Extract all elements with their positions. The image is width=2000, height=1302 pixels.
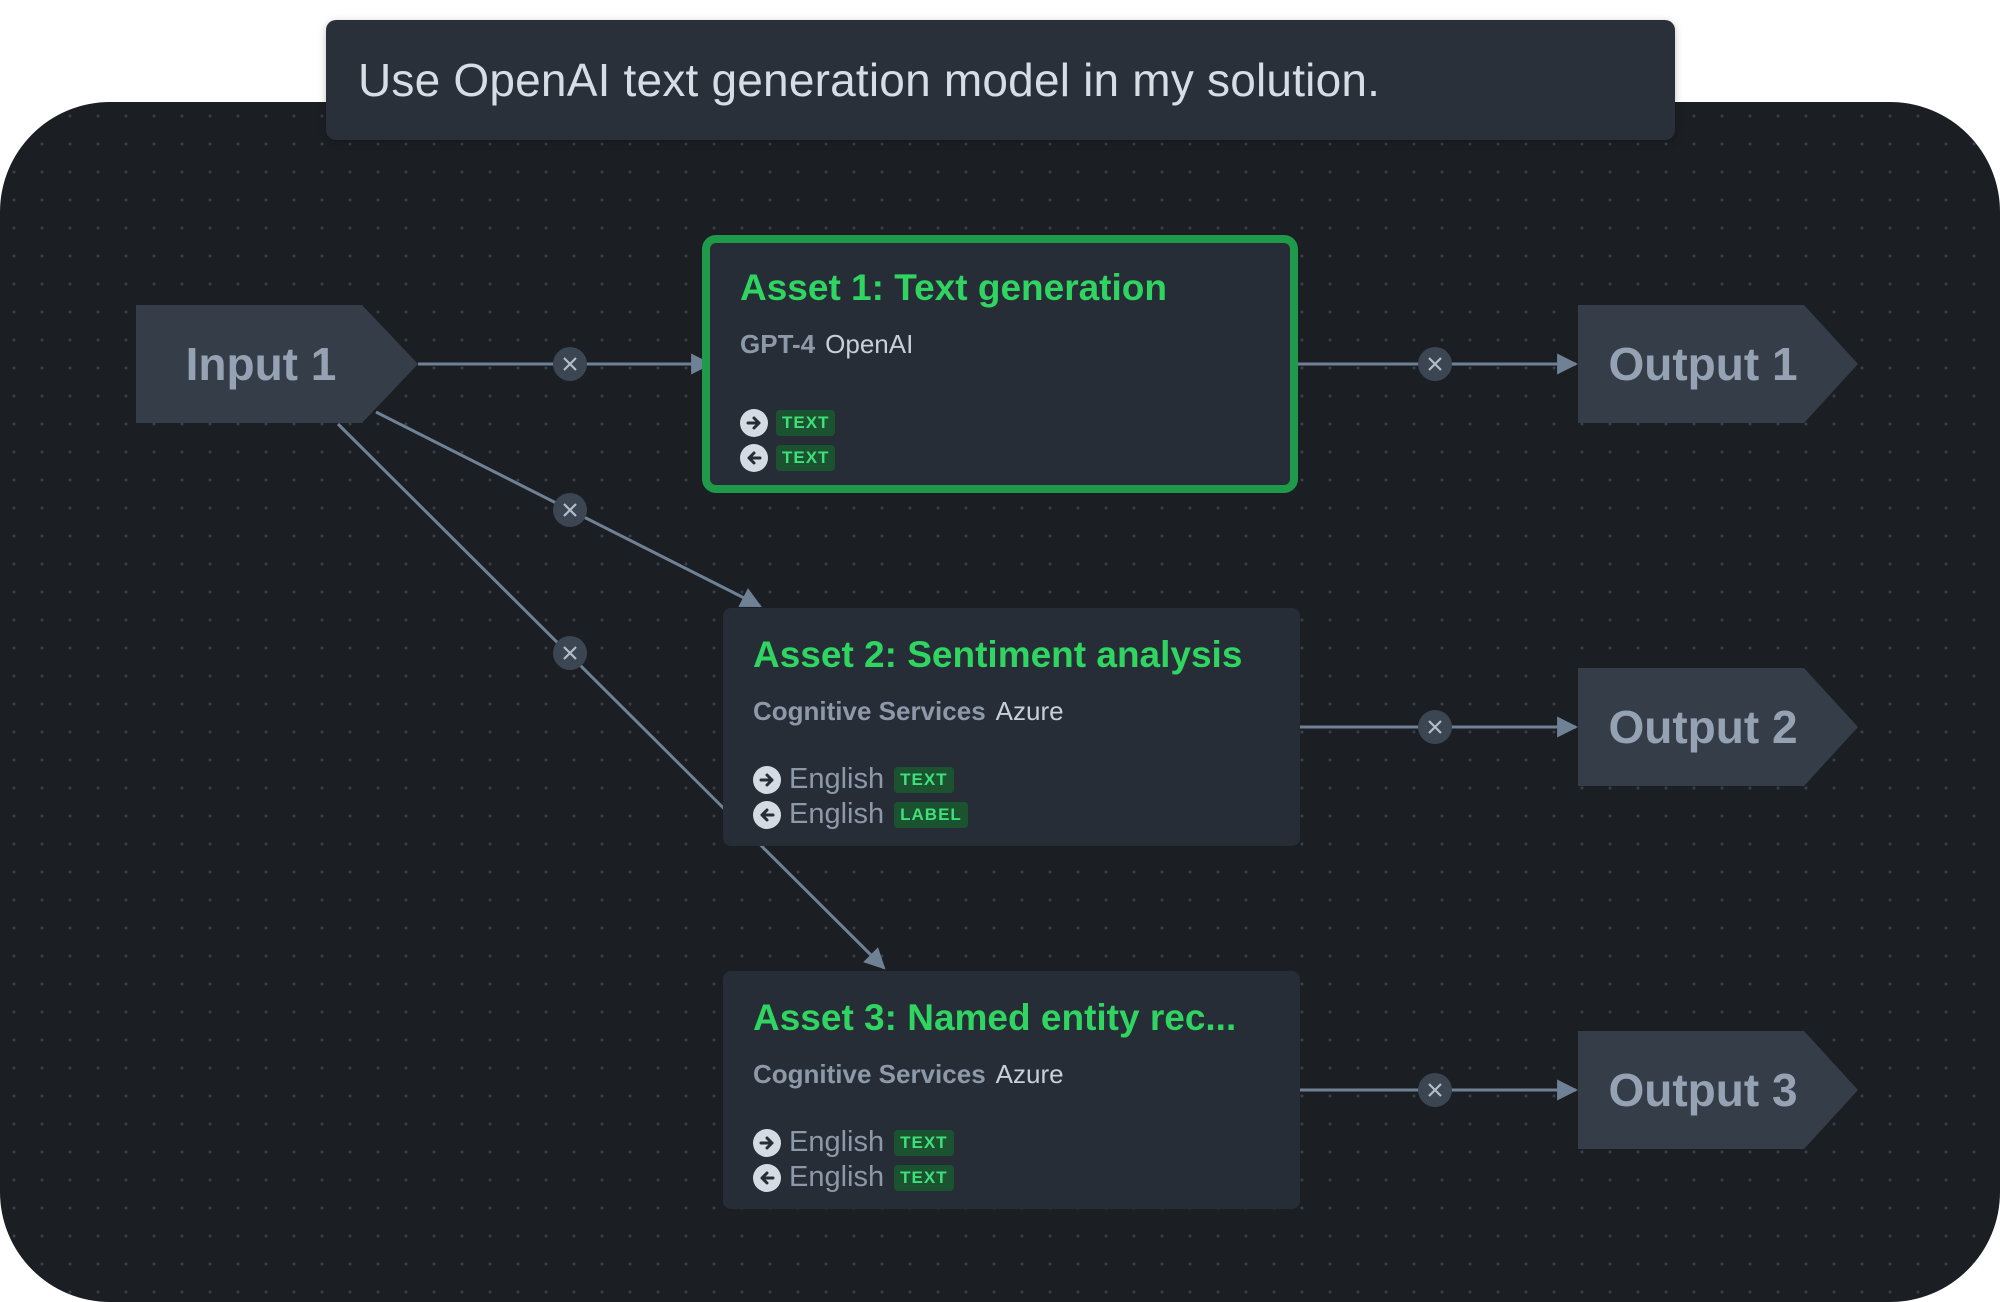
asset-subtitle: Cognitive Services Azure bbox=[753, 1059, 1270, 1090]
type-badge: LABEL bbox=[894, 801, 968, 828]
asset-model: Cognitive Services bbox=[753, 696, 986, 726]
type-badge: TEXT bbox=[776, 444, 836, 471]
edge-delete-close-icon[interactable] bbox=[1418, 710, 1452, 744]
arrow-right-circle-icon bbox=[740, 408, 768, 437]
asset-output-row: English TEXT bbox=[753, 1160, 954, 1195]
edge-delete-close-icon[interactable] bbox=[553, 347, 587, 381]
arrow-right-circle-icon bbox=[753, 765, 781, 794]
asset-io-list: English TEXT English LABEL bbox=[753, 762, 968, 832]
asset-title: Asset 2: Sentiment analysis bbox=[753, 634, 1243, 675]
asset-input-row: English TEXT bbox=[753, 762, 968, 797]
asset-model: Cognitive Services bbox=[753, 1059, 986, 1089]
type-badge: TEXT bbox=[894, 1164, 954, 1191]
arrow-left-circle-icon bbox=[753, 800, 781, 829]
type-badge: TEXT bbox=[776, 409, 836, 436]
edge-delete-close-icon[interactable] bbox=[1418, 1073, 1452, 1107]
asset-io-list: TEXT TEXT bbox=[740, 405, 836, 475]
edge-delete-close-icon[interactable] bbox=[1418, 347, 1452, 381]
output-port-3[interactable]: Output 3 bbox=[1578, 1031, 1828, 1149]
arrow-left-circle-icon bbox=[740, 443, 768, 472]
type-badge: TEXT bbox=[894, 1129, 954, 1156]
asset-subtitle: Cognitive Services Azure bbox=[753, 696, 1270, 727]
type-badge: TEXT bbox=[894, 766, 954, 793]
edge-delete-close-icon[interactable] bbox=[553, 493, 587, 527]
prompt-bar[interactable]: Use OpenAI text generation model in my s… bbox=[326, 20, 1675, 140]
asset-input-row: English TEXT bbox=[753, 1125, 954, 1160]
asset-node-3[interactable]: Asset 3: Named entity rec... Cognitive S… bbox=[723, 971, 1300, 1209]
asset-node-2[interactable]: Asset 2: Sentiment analysis Cognitive Se… bbox=[723, 608, 1300, 846]
asset-node-1[interactable]: Asset 1: Text generation GPT-4 OpenAI TEX… bbox=[702, 235, 1298, 493]
output-port-label: Output 3 bbox=[1608, 1064, 1798, 1116]
asset-output-row: English LABEL bbox=[753, 797, 968, 832]
input-port[interactable]: Input 1 bbox=[136, 305, 386, 423]
io-language: English bbox=[789, 798, 885, 830]
asset-vendor: OpenAI bbox=[825, 329, 914, 359]
output-port-1[interactable]: Output 1 bbox=[1578, 305, 1828, 423]
io-language: English bbox=[789, 1161, 885, 1193]
asset-model: GPT-4 bbox=[740, 329, 816, 359]
asset-title: Asset 3: Named entity rec... bbox=[753, 997, 1237, 1038]
asset-output-row: TEXT bbox=[740, 440, 836, 475]
asset-input-row: TEXT bbox=[740, 405, 836, 440]
asset-title: Asset 1: Text generation bbox=[740, 267, 1167, 308]
edge-delete-close-icon[interactable] bbox=[553, 636, 587, 670]
asset-subtitle: GPT-4 OpenAI bbox=[740, 329, 1260, 360]
output-port-label: Output 1 bbox=[1608, 338, 1798, 390]
asset-io-list: English TEXT English TEXT bbox=[753, 1125, 954, 1195]
arrow-right-circle-icon bbox=[753, 1128, 781, 1157]
io-language: English bbox=[789, 1126, 885, 1158]
output-port-label: Output 2 bbox=[1608, 701, 1798, 753]
io-language: English bbox=[789, 763, 885, 795]
input-port-label: Input 1 bbox=[185, 338, 337, 390]
arrow-left-circle-icon bbox=[753, 1163, 781, 1192]
output-port-2[interactable]: Output 2 bbox=[1578, 668, 1828, 786]
prompt-text: Use OpenAI text generation model in my s… bbox=[358, 54, 1381, 106]
asset-vendor: Azure bbox=[995, 696, 1064, 726]
asset-vendor: Azure bbox=[995, 1059, 1064, 1089]
